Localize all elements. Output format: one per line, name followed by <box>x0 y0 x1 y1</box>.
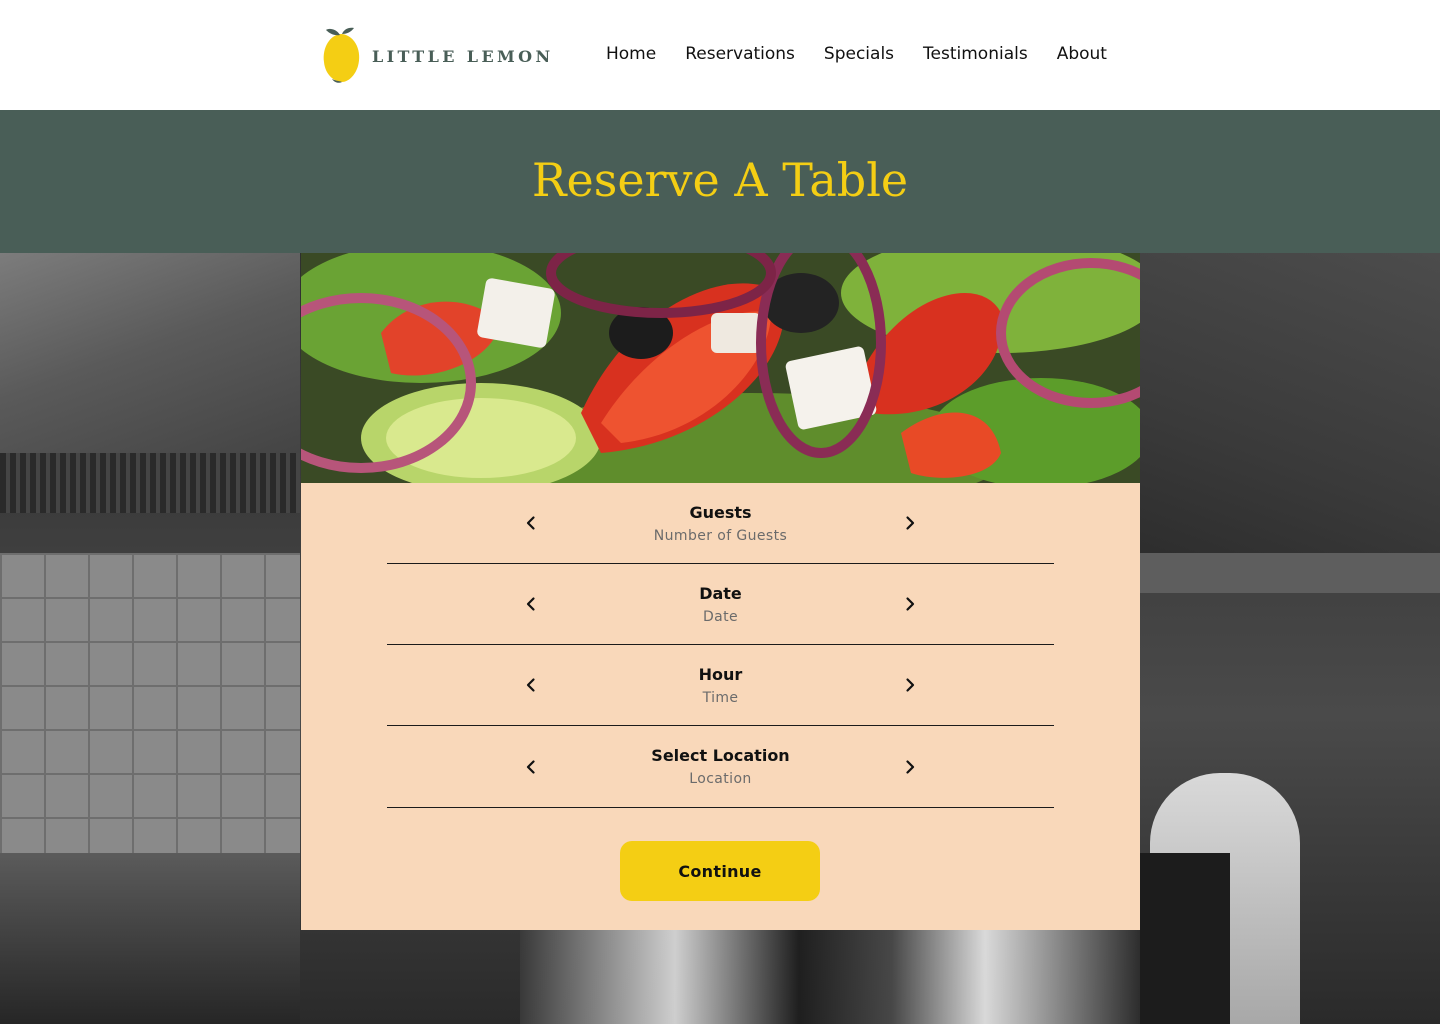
logo[interactable]: LITTLE LEMON <box>322 26 554 84</box>
guests-label: Guests <box>689 503 752 522</box>
nav-testimonials[interactable]: Testimonials <box>923 42 1028 66</box>
counter-left <box>0 853 300 1024</box>
continue-button[interactable]: Continue <box>620 841 820 901</box>
date-label: Date <box>699 584 742 603</box>
chevron-right-icon <box>906 597 915 611</box>
chevron-right-icon <box>906 678 915 692</box>
hour-label: Hour <box>698 665 743 684</box>
location-selector: Select Location Location <box>387 726 1054 808</box>
page-title: Reserve A Table <box>531 153 909 207</box>
site-header: LITTLE LEMON Home Reservations Specials … <box>0 0 1440 110</box>
guests-selector: Guests Number of Guests <box>387 483 1054 564</box>
title-band: Reserve A Table <box>0 110 1440 253</box>
guests-next-button[interactable] <box>898 511 922 535</box>
chevron-right-icon <box>906 759 915 774</box>
salad-photo <box>301 253 1140 483</box>
guests-value: Number of Guests <box>653 528 788 544</box>
date-selector: Date Date <box>387 564 1054 645</box>
chef-apron <box>1140 853 1230 1024</box>
nav-about[interactable]: About <box>1057 42 1107 66</box>
hood-strip-right <box>1140 553 1440 593</box>
nav-reservations[interactable]: Reservations <box>685 42 795 66</box>
date-value: Date <box>702 609 739 625</box>
location-value: Location <box>689 771 752 787</box>
lemon-logo-icon <box>323 27 360 83</box>
location-label: Select Location <box>651 746 790 765</box>
hour-selector: Hour Time <box>387 645 1054 726</box>
hour-next-button[interactable] <box>898 673 922 697</box>
tiled-wall <box>0 553 300 853</box>
reservation-card: Guests Number of Guests Date Date Hour T… <box>301 253 1140 930</box>
date-next-button[interactable] <box>898 592 922 616</box>
nav-home[interactable]: Home <box>606 42 656 66</box>
hour-value: Time <box>702 690 739 706</box>
range-hood-right <box>1140 253 1440 583</box>
staff-figures <box>520 930 1140 1024</box>
main-nav: Home Reservations Specials Testimonials … <box>606 42 1107 66</box>
logo-text: LITTLE LEMON <box>372 46 554 66</box>
chevron-right-icon <box>906 516 915 530</box>
location-next-button[interactable] <box>898 755 922 779</box>
nav-specials[interactable]: Specials <box>824 42 894 66</box>
hood-filter-left <box>0 453 300 513</box>
